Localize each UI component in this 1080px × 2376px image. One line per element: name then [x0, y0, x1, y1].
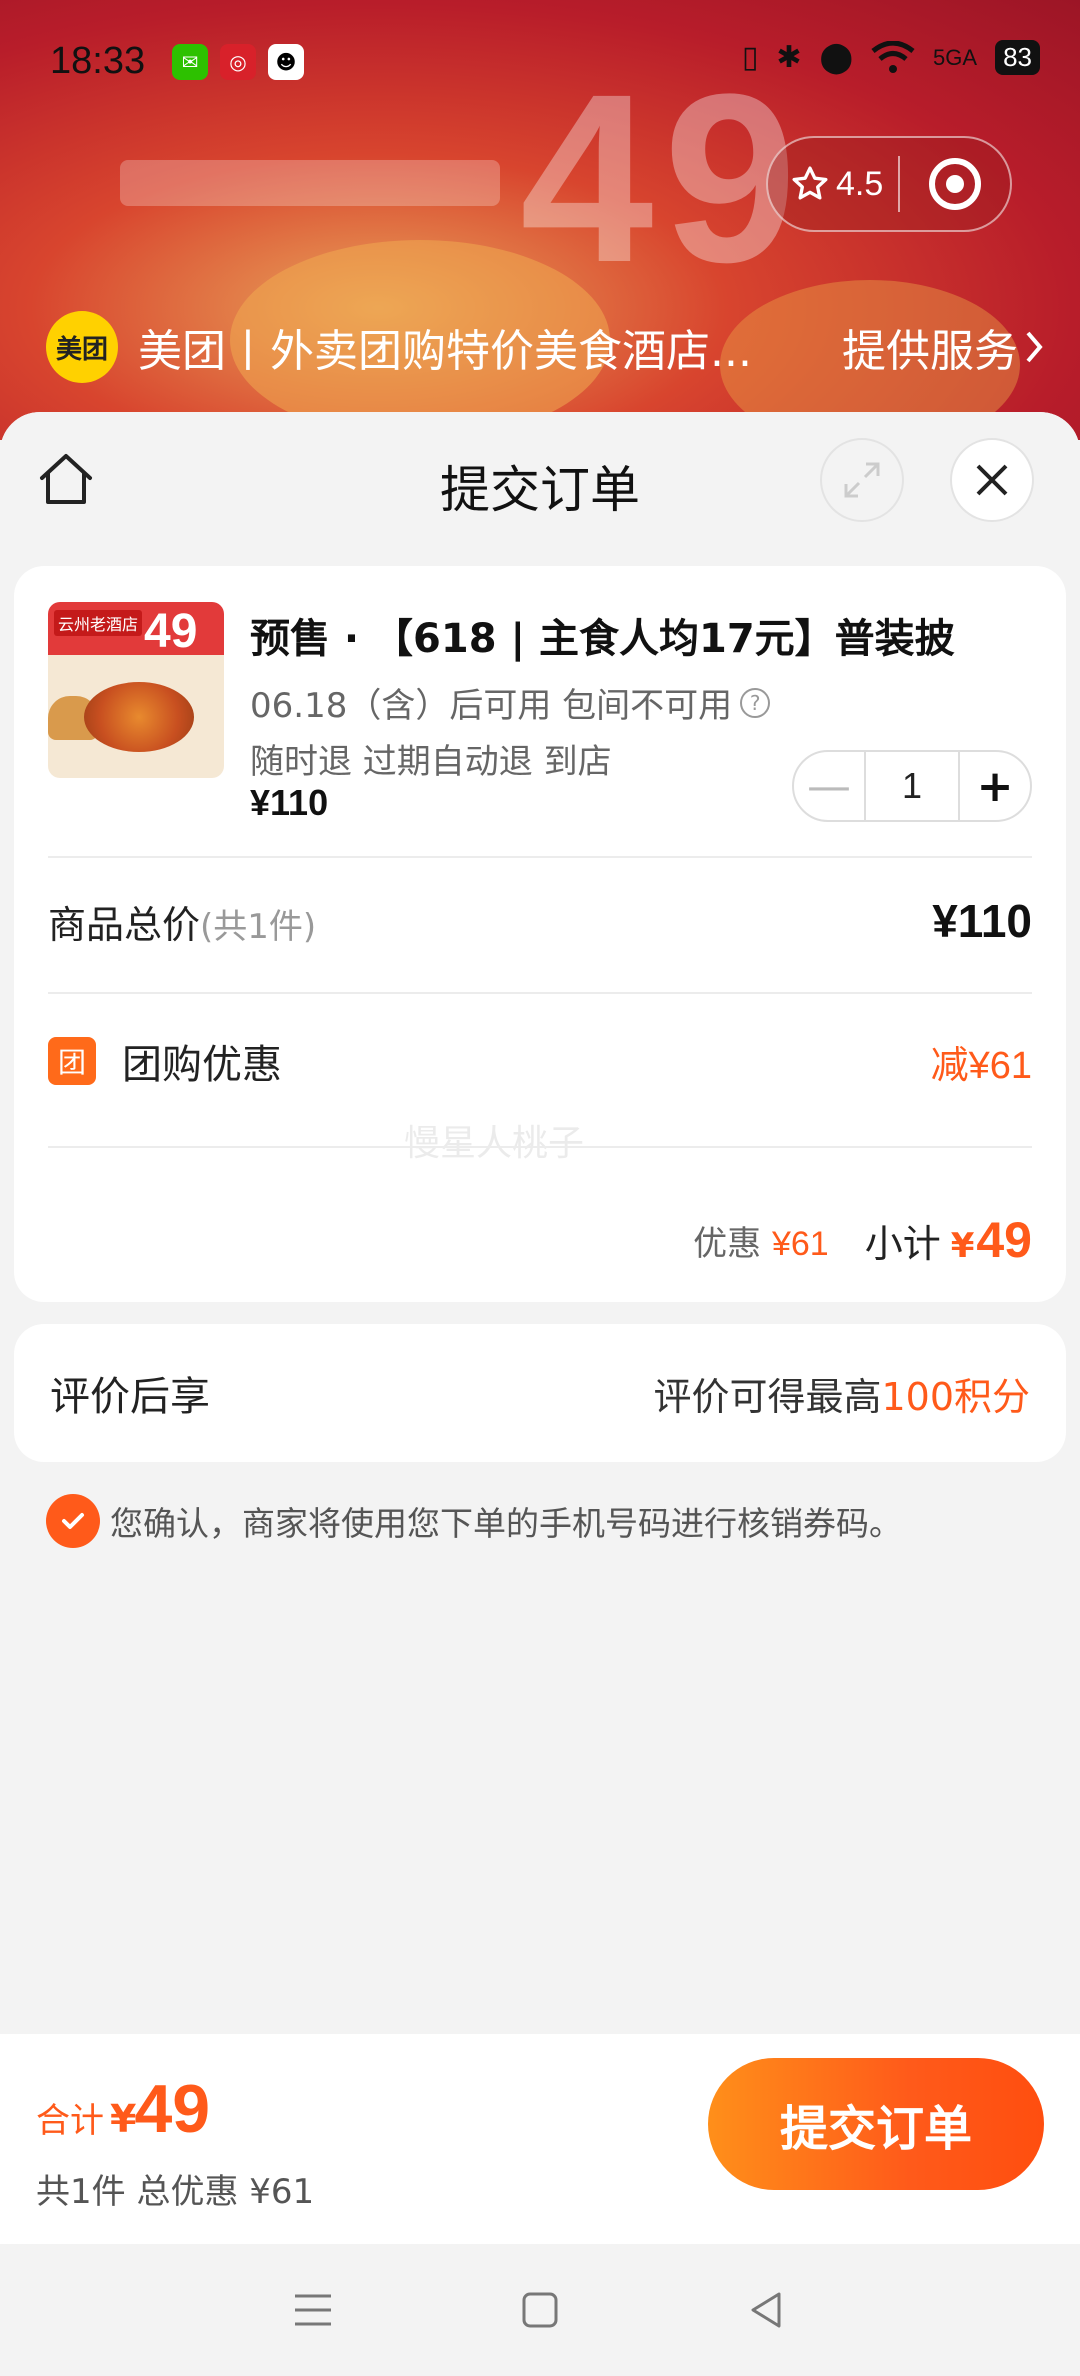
- system-icons: ▯ ✱ ⬤ 5GA 83: [742, 40, 1040, 75]
- menu-nav-button[interactable]: [283, 2280, 343, 2340]
- quantity-stepper: — 1 +: [792, 750, 1032, 822]
- availability-text: 06.18（含）后可用 包间不可用: [250, 686, 733, 726]
- watermark: 慢星人桃子: [404, 1123, 585, 1164]
- checkout-bar: 合计 ¥ 49 共1件 总优惠 ¥61 提交订单: [0, 2034, 1080, 2244]
- order-sheet: 提交订单 云州老酒店 49 预售 · 【618 | 主食人均17元】普装披 06…: [0, 412, 1080, 2034]
- status-time: 18:33: [50, 40, 146, 82]
- location-icon: ⬤: [819, 40, 854, 75]
- notification-icons: ✉ ◎ ☻: [172, 44, 304, 80]
- group-buy-icon: 团: [48, 1037, 96, 1085]
- group-discount-label: 团购优惠: [122, 1042, 282, 1088]
- order-summary-text: 共1件 总优惠 ¥61: [36, 2172, 315, 2212]
- signal-icon: 5GA: [933, 44, 978, 70]
- consent-text: 您确认，商家将使用您下单的手机号码进行核销券码。: [110, 1504, 902, 1543]
- review-reward: 评价可得最高100积分: [653, 1374, 1030, 1419]
- checkmark-icon[interactable]: [46, 1494, 100, 1548]
- target-button[interactable]: [900, 158, 1010, 210]
- product-image[interactable]: 云州老酒店 49: [48, 602, 224, 778]
- service-link[interactable]: 提供服务: [842, 315, 1046, 379]
- service-label: 提供服务: [842, 326, 1018, 377]
- review-label: 评价后享: [50, 1374, 210, 1420]
- wifi-icon: [871, 40, 915, 73]
- consent-row[interactable]: 您确认，商家将使用您下单的手机号码进行核销券码。: [46, 1494, 902, 1548]
- product-title[interactable]: 预售 · 【618 | 主食人均17元】普装披: [250, 606, 955, 664]
- subtotal: 小计 ¥49: [864, 1212, 1032, 1268]
- order-total-value: 49: [134, 2071, 211, 2147]
- close-icon: [976, 464, 1008, 496]
- help-icon[interactable]: ?: [740, 687, 771, 718]
- meituan-logo: 美团: [46, 311, 118, 383]
- close-button[interactable]: [950, 438, 1034, 522]
- refund-policy: 随时退 过期自动退 到店: [250, 742, 612, 782]
- mini-program-capsule: 4.5: [766, 136, 1012, 232]
- divider: [48, 1146, 1032, 1148]
- expand-button[interactable]: [820, 438, 904, 522]
- goods-total-value: ¥110: [932, 895, 1032, 947]
- goods-total-label: 商品总价(共1件): [48, 902, 317, 947]
- back-nav-button[interactable]: [737, 2280, 797, 2340]
- page-title: 提交订单: [440, 461, 640, 519]
- order-total: 合计 ¥ 49: [36, 2071, 211, 2147]
- increase-button[interactable]: +: [960, 750, 1030, 822]
- mini-program-name: 美团丨外卖团购特价美食酒店...: [138, 326, 752, 377]
- product-price: ¥110: [250, 782, 329, 823]
- group-discount-value: 减¥61: [930, 1044, 1032, 1087]
- rating-value: 4.5: [836, 164, 884, 203]
- goods-total-count: (共1件): [200, 906, 317, 947]
- review-reward-card[interactable]: 评价后享 评价可得最高100积分: [14, 1324, 1066, 1462]
- bluetooth-icon: ✱: [776, 40, 802, 75]
- vibrate-icon: ▯: [741, 40, 759, 75]
- product-image-number: 49: [144, 605, 198, 658]
- bank-app-icon: ◎: [220, 44, 256, 80]
- subtotal-row: 优惠 ¥61 小计 ¥49: [48, 1192, 1032, 1288]
- target-icon: [929, 158, 981, 210]
- quantity-value[interactable]: 1: [864, 750, 960, 822]
- menu-icon: [295, 2294, 332, 2326]
- product-availability: 06.18（含）后可用 包间不可用 ?: [250, 678, 771, 727]
- order-card: 云州老酒店 49 预售 · 【618 | 主食人均17元】普装披 06.18（含…: [14, 566, 1066, 1302]
- product-image-tag: 云州老酒店: [54, 610, 143, 636]
- battery-icon: 83: [995, 40, 1040, 75]
- star-outline-icon: [792, 166, 828, 200]
- divider: [48, 856, 1032, 858]
- expand-icon: [844, 462, 880, 498]
- subtotal-discount: 优惠 ¥61: [693, 1223, 829, 1264]
- group-discount-row[interactable]: 团 团购优惠 减¥61: [48, 1006, 1032, 1116]
- back-triangle-icon: [751, 2292, 781, 2328]
- background-blur-banner: [120, 160, 500, 206]
- home-nav-button[interactable]: [510, 2280, 570, 2340]
- status-bar: 18:33 ✉ ◎ ☻ ▯ ✱ ⬤ 5GA 83: [0, 0, 1080, 130]
- divider: [48, 992, 1032, 994]
- chevron-right-icon: [1026, 331, 1043, 363]
- goods-total-row: 商品总价(共1件) ¥110: [48, 866, 1032, 976]
- qq-icon: ☻: [268, 44, 304, 80]
- system-navigation-bar: [0, 2244, 1080, 2376]
- submit-order-button[interactable]: 提交订单: [708, 2058, 1044, 2190]
- square-icon: [522, 2292, 558, 2328]
- sheet-header: 提交订单: [0, 412, 1080, 562]
- decrease-button[interactable]: —: [794, 750, 864, 822]
- mini-program-row[interactable]: 美团 美团丨外卖团购特价美食酒店... 提供服务: [46, 310, 1046, 384]
- rating-button[interactable]: 4.5: [768, 164, 898, 204]
- wechat-icon: ✉: [172, 44, 208, 80]
